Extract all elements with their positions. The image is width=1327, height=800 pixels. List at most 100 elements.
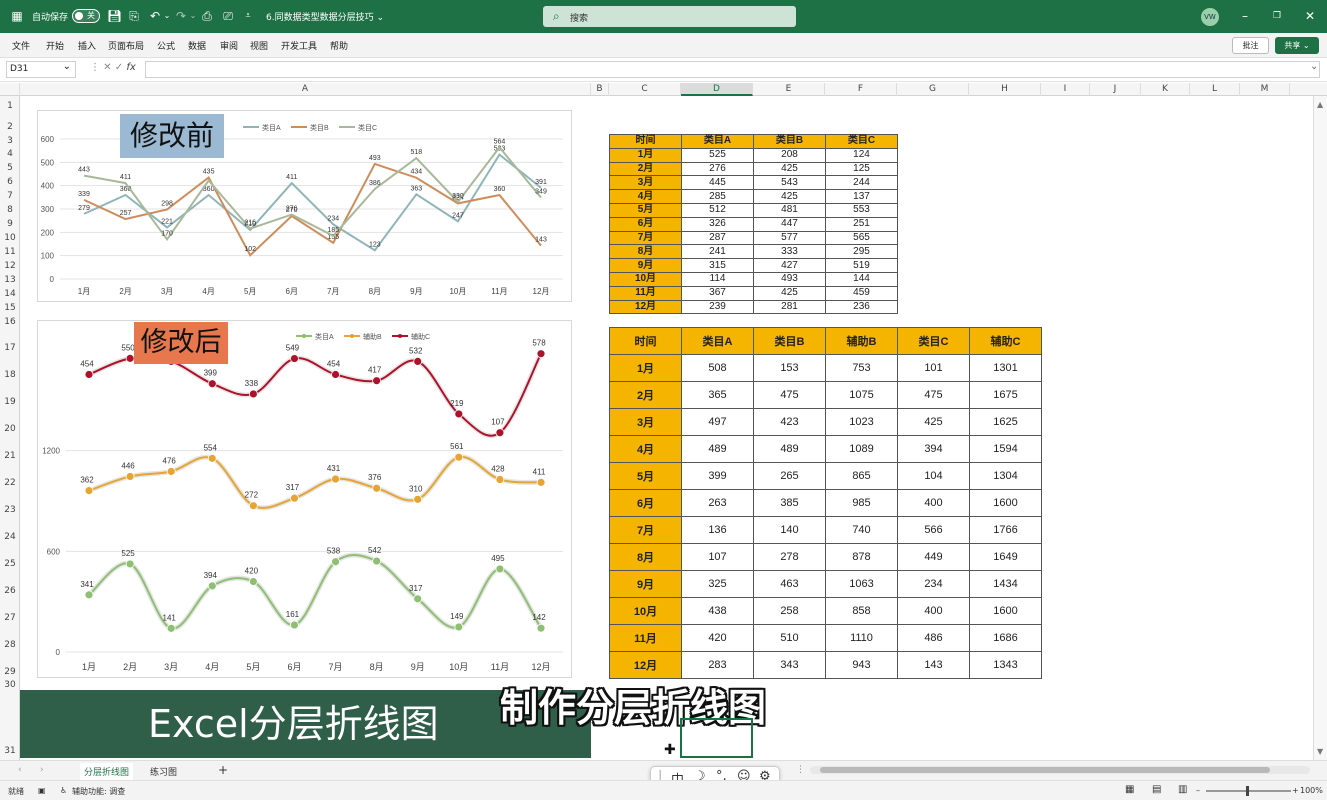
data-point[interactable] bbox=[331, 370, 340, 379]
data-point[interactable] bbox=[331, 557, 340, 567]
print-preview-icon[interactable]: ⎙ bbox=[200, 9, 214, 23]
data-point[interactable] bbox=[207, 379, 217, 389]
row-header[interactable]: 27 bbox=[0, 613, 20, 623]
series-line[interactable] bbox=[88, 456, 542, 509]
table-cell[interactable]: 283 bbox=[681, 651, 754, 679]
row-label-cell[interactable]: 11月 bbox=[609, 624, 682, 652]
row-header[interactable]: 29 bbox=[0, 667, 20, 677]
table-cell[interactable]: 236 bbox=[825, 299, 898, 315]
table-cell[interactable]: 325 bbox=[681, 570, 754, 598]
row-header[interactable]: 17 bbox=[0, 343, 20, 353]
row-label-cell[interactable]: 8月 bbox=[609, 244, 682, 260]
table-cell[interactable]: 114 bbox=[681, 271, 754, 287]
menu-page-layout[interactable]: 页面布局 bbox=[108, 39, 144, 52]
close-icon[interactable]: ✕ bbox=[1303, 9, 1317, 23]
row-header[interactable]: 14 bbox=[0, 289, 20, 299]
row-label-cell[interactable]: 2月 bbox=[609, 161, 682, 177]
menu-review[interactable]: 审阅 bbox=[220, 39, 238, 52]
row-header[interactable]: 18 bbox=[0, 370, 20, 380]
table-cell[interactable]: 543 bbox=[753, 175, 826, 191]
row-header[interactable]: 30 bbox=[0, 680, 20, 690]
row-label-cell[interactable]: 12月 bbox=[609, 299, 682, 315]
table-cell[interactable]: 1600 bbox=[969, 489, 1042, 517]
column-header-j[interactable]: J bbox=[1090, 83, 1141, 96]
row-label-cell[interactable]: 3月 bbox=[609, 408, 682, 436]
row-header[interactable]: 11 bbox=[0, 247, 20, 257]
series-line[interactable] bbox=[83, 153, 542, 252]
table-header[interactable]: 类目C bbox=[825, 134, 898, 149]
save-as-icon[interactable]: ⎘ bbox=[127, 9, 141, 23]
table-header[interactable]: 类目B bbox=[753, 327, 826, 355]
column-header-k[interactable]: K bbox=[1141, 83, 1190, 96]
menu-developer[interactable]: 开发工具 bbox=[281, 39, 317, 52]
table-cell[interactable]: 333 bbox=[753, 244, 826, 260]
enter-icon[interactable]: ✓ bbox=[115, 62, 127, 73]
table-cell[interactable]: 365 bbox=[681, 381, 754, 409]
column-header-a[interactable]: A bbox=[20, 83, 591, 96]
data-point[interactable] bbox=[125, 559, 135, 569]
table-cell[interactable]: 475 bbox=[753, 381, 826, 409]
data-point[interactable] bbox=[372, 556, 382, 566]
row-header[interactable]: 1 bbox=[0, 101, 20, 111]
table-cell[interactable]: 565 bbox=[825, 230, 898, 246]
table-cell[interactable]: 101 bbox=[897, 354, 970, 382]
column-header-l[interactable]: L bbox=[1190, 83, 1240, 96]
table-cell[interactable]: 394 bbox=[897, 435, 970, 463]
table-cell[interactable]: 281 bbox=[753, 299, 826, 315]
row-header[interactable]: 19 bbox=[0, 397, 20, 407]
search-box[interactable]: ⌕ 搜索 bbox=[543, 6, 796, 27]
prev-sheet-icon[interactable]: ‹ bbox=[14, 763, 26, 777]
row-label-cell[interactable]: 9月 bbox=[609, 258, 682, 273]
table-cell[interactable]: 481 bbox=[753, 202, 826, 218]
data-point[interactable] bbox=[536, 623, 546, 633]
table-cell[interactable]: 367 bbox=[681, 285, 754, 301]
more-icon[interactable]: ⋮ bbox=[90, 62, 103, 73]
normal-view-icon[interactable]: ▦ bbox=[1125, 784, 1134, 795]
menu-home[interactable]: 开始 bbox=[46, 39, 64, 52]
table-cell[interactable]: 1304 bbox=[969, 462, 1042, 490]
row-label-cell[interactable]: 7月 bbox=[609, 516, 682, 544]
menu-insert[interactable]: 插入 bbox=[78, 39, 96, 52]
column-header-g[interactable]: G bbox=[897, 83, 969, 96]
row-header[interactable]: 5 bbox=[0, 163, 20, 173]
row-label-cell[interactable]: 5月 bbox=[609, 462, 682, 490]
table-cell[interactable]: 285 bbox=[681, 189, 754, 204]
row-header[interactable]: 6 bbox=[0, 177, 20, 187]
zoom-out-icon[interactable]: – bbox=[1196, 786, 1200, 795]
table-cell[interactable]: 508 bbox=[681, 354, 754, 382]
row-header[interactable]: 13 bbox=[0, 275, 20, 285]
data-point[interactable] bbox=[454, 409, 464, 419]
data-point[interactable] bbox=[84, 370, 94, 379]
row-header[interactable]: 4 bbox=[0, 149, 20, 159]
row-label-cell[interactable]: 11月 bbox=[609, 285, 682, 301]
add-sheet-icon[interactable]: + bbox=[214, 761, 232, 779]
data-point[interactable] bbox=[125, 353, 135, 363]
table-cell[interactable]: 865 bbox=[825, 462, 898, 490]
data-point[interactable] bbox=[248, 577, 258, 586]
series-line[interactable] bbox=[83, 145, 542, 242]
table-cell[interactable]: 459 bbox=[825, 285, 898, 301]
row-header[interactable]: 15 bbox=[0, 303, 20, 313]
table-cell[interactable]: 137 bbox=[825, 189, 898, 204]
menu-formulas[interactable]: 公式 bbox=[157, 39, 175, 52]
table-cell[interactable]: 315 bbox=[681, 258, 754, 273]
name-box[interactable]: D31 bbox=[6, 59, 76, 78]
table-cell[interactable]: 1075 bbox=[825, 381, 898, 409]
column-header-f[interactable]: F bbox=[825, 83, 897, 96]
table-cell[interactable]: 475 bbox=[897, 381, 970, 409]
table-cell[interactable]: 427 bbox=[753, 258, 826, 273]
table-cell[interactable]: 425 bbox=[753, 161, 826, 177]
row-label-cell[interactable]: 10月 bbox=[609, 271, 682, 287]
horizontal-scrollbar[interactable] bbox=[810, 766, 1310, 774]
column-header-h[interactable]: H bbox=[969, 83, 1041, 96]
table-cell[interactable]: 399 bbox=[681, 462, 754, 490]
table-cell[interactable]: 295 bbox=[825, 244, 898, 260]
table-cell[interactable]: 140 bbox=[753, 516, 826, 544]
table-cell[interactable]: 463 bbox=[753, 570, 826, 598]
table-cell[interactable]: 400 bbox=[897, 489, 970, 517]
table-header[interactable]: 类目C bbox=[897, 327, 970, 355]
table-cell[interactable]: 263 bbox=[681, 489, 754, 517]
data-point[interactable] bbox=[248, 501, 258, 511]
table-cell[interactable]: 1594 bbox=[969, 435, 1042, 463]
row-label-cell[interactable]: 8月 bbox=[609, 543, 682, 571]
